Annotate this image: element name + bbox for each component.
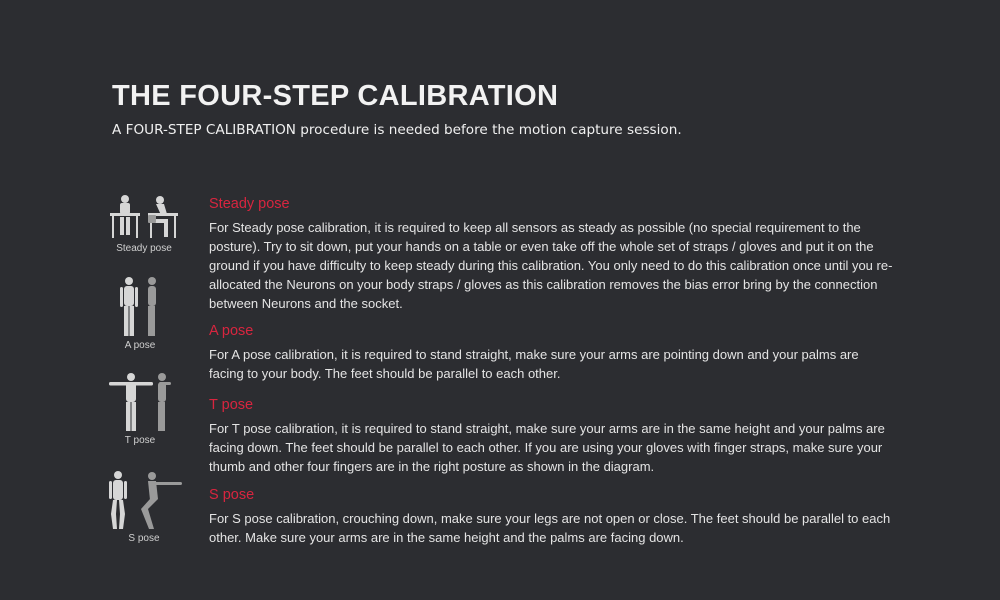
a-pose-description: For A pose calibration, it is required t… [209, 347, 859, 381]
a-pose-icon [120, 277, 156, 336]
t-pose-figure: T pose [94, 371, 186, 446]
a-pose-caption: A pose [124, 340, 156, 351]
t-pose-section: T pose For T pose calibration, it is req… [209, 397, 894, 476]
steady-pose-section: Steady pose For Steady pose calibration,… [209, 196, 894, 313]
a-pose-section: A pose For A pose calibration, it is req… [209, 323, 894, 383]
steady-pose-heading: Steady pose [209, 196, 290, 212]
steady-pose-figure: Steady pose [98, 193, 190, 254]
t-pose-icon [109, 373, 171, 431]
a-pose-heading: A pose [209, 323, 254, 339]
t-pose-heading: T pose [209, 397, 254, 413]
s-pose-caption: S pose [128, 533, 160, 544]
s-pose-description: For S pose calibration, crouching down, … [209, 511, 891, 545]
page-title: THE FOUR-STEP CALIBRATION [112, 80, 559, 112]
a-pose-figure: A pose [94, 276, 186, 351]
page-subtitle: A FOUR-STEP CALIBRATION procedure is nee… [112, 122, 682, 138]
s-pose-figure: S pose [98, 469, 190, 544]
steady-pose-caption: Steady pose [116, 243, 172, 254]
s-pose-section: S pose For S pose calibration, crouching… [209, 487, 894, 547]
steady-pose-icon [110, 195, 178, 238]
steady-pose-description: For Steady pose calibration, it is requi… [209, 220, 893, 311]
t-pose-description: For T pose calibration, it is required t… [209, 421, 885, 474]
t-pose-caption: T pose [124, 435, 156, 446]
s-pose-icon [109, 471, 182, 529]
s-pose-heading: S pose [209, 487, 255, 503]
